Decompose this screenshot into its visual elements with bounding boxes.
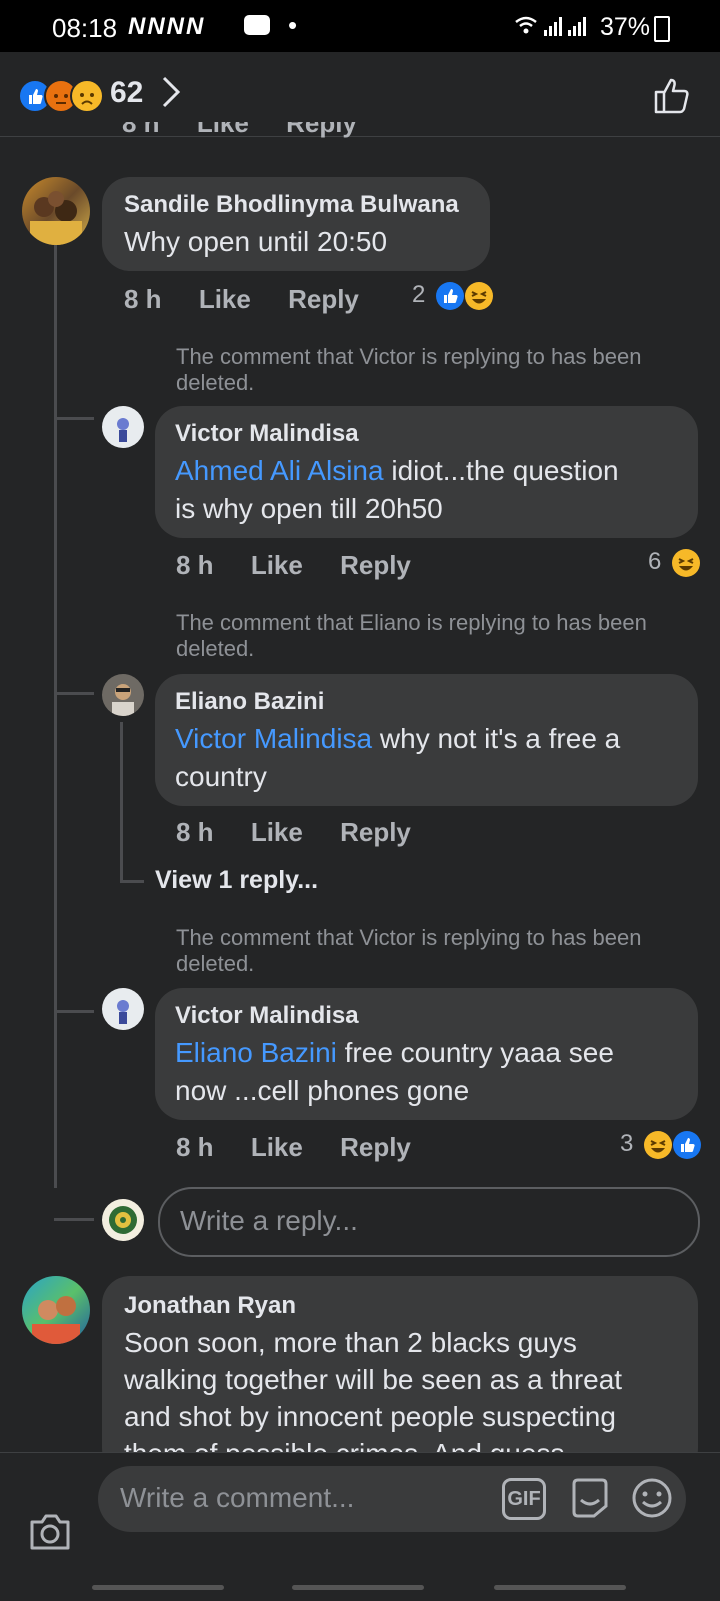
haha-icon (464, 281, 493, 310)
battery-level: 37% (600, 13, 651, 41)
comment-bubble[interactable]: Eliano Bazini Victor Malindisa why not i… (155, 674, 698, 806)
camera-icon[interactable] (28, 1512, 72, 1557)
mention-link[interactable]: Ahmed Ali Alsina (175, 455, 384, 486)
avatar[interactable] (22, 177, 90, 245)
sticker-icon[interactable] (568, 1476, 612, 1525)
comment-text-line: Ahmed Ali Alsina idiot...the question (175, 452, 619, 489)
reply-input[interactable]: Write a reply... (158, 1187, 700, 1257)
comment-reactions[interactable]: 6 (648, 548, 701, 577)
status-bar: 08:18 NNNN • 37% (0, 0, 720, 52)
reply-input-placeholder: Write a reply... (180, 1205, 358, 1236)
avatar[interactable] (102, 674, 144, 716)
reaction-count: 62 (110, 76, 144, 109)
reply-link[interactable]: Reply (340, 1132, 411, 1163)
comment-text: is why open till 20h50 (175, 493, 443, 524)
deleted-parent-note: The comment that Eliano is replying to h… (176, 610, 647, 661)
reply-link[interactable]: Reply (340, 817, 411, 848)
youtube-icon (244, 15, 270, 35)
comment-meta: 8 h Like Reply (176, 817, 411, 848)
like-link[interactable]: Like (199, 284, 251, 315)
comment-text: Why open until 20:50 (124, 226, 388, 257)
deleted-parent-note: The comment that Victor is replying to h… (176, 344, 642, 395)
thread-branch (54, 692, 94, 695)
thread-line (54, 244, 57, 1188)
signal-icon (514, 14, 594, 44)
comment-text: walking together will be seen as a threa… (124, 1364, 623, 1395)
comment-author[interactable]: Sandile Bhodlinyma Bulwana (124, 191, 459, 219)
comment-bubble[interactable]: Victor Malindisa Eliano Bazini free coun… (155, 988, 698, 1120)
comment-reactions[interactable]: 3 (620, 1130, 701, 1159)
comment-text: free country yaaa see (336, 1037, 614, 1068)
like-link[interactable]: Like (251, 817, 303, 848)
comment-bubble[interactable]: Victor Malindisa Ahmed Ali Alsina idiot.… (155, 406, 698, 538)
comment-author[interactable]: Victor Malindisa (175, 1002, 359, 1030)
comment-input[interactable]: Write a comment... GIF (98, 1466, 686, 1532)
more-notifications-dot: • (288, 10, 298, 40)
gif-button[interactable]: GIF (502, 1478, 546, 1520)
comment-text-line: Eliano Bazini free country yaaa see (175, 1034, 614, 1071)
reply-thread-branch (120, 880, 144, 883)
mention-link[interactable]: Victor Malindisa (175, 723, 372, 754)
comment-text: idiot...the question (383, 455, 619, 486)
reaction-count: 6 (648, 548, 662, 575)
comment-time: 8 h (176, 1132, 214, 1162)
reactions-header[interactable]: 62 (0, 52, 720, 137)
mention-link[interactable]: Eliano Bazini (175, 1037, 337, 1068)
emoji-icon[interactable] (630, 1476, 674, 1525)
comment-bubble[interactable]: Jonathan Ryan Soon soon, more than 2 bla… (102, 1276, 698, 1476)
like-link[interactable]: Like (251, 1132, 303, 1163)
thread-branch (54, 1218, 94, 1221)
reply-thread-line (120, 722, 123, 882)
reaction-count: 3 (620, 1130, 634, 1157)
chevron-right-icon[interactable] (160, 72, 184, 120)
reply-link[interactable]: Reply (340, 550, 411, 581)
like-button-icon[interactable] (652, 76, 692, 121)
view-replies-link[interactable]: View 1 reply... (155, 866, 318, 895)
nav-bar-segment (494, 1585, 626, 1590)
thread-branch (54, 1010, 94, 1013)
reply-link[interactable]: Reply (288, 284, 359, 315)
partial-meta-row: 8 h Like Reply (122, 122, 357, 142)
comment-time: 8 h (176, 550, 214, 580)
haha-icon (672, 548, 701, 577)
comment-text: country (175, 761, 267, 792)
nav-bar-segment (292, 1585, 424, 1590)
like-link[interactable]: Like (197, 122, 249, 139)
comment-reactions[interactable]: 2 (412, 281, 493, 310)
like-icon (436, 281, 465, 310)
comment-author[interactable]: Jonathan Ryan (124, 1292, 296, 1320)
thread-branch (54, 417, 94, 420)
comment-bubble[interactable]: Sandile Bhodlinyma Bulwana Why open unti… (102, 177, 490, 271)
battery-icon (654, 16, 670, 42)
avatar[interactable] (102, 988, 144, 1030)
comment-text: why not it's a free a (372, 723, 621, 754)
haha-icon (644, 1130, 673, 1159)
comment-time: 8 h (122, 122, 160, 138)
avatar[interactable] (102, 406, 144, 448)
comment-meta: 8 h Like Reply (124, 284, 359, 315)
comment-time: 8 h (176, 817, 214, 847)
comment-meta: 8 h Like Reply (176, 1132, 411, 1163)
like-link[interactable]: Like (251, 550, 303, 581)
avatar[interactable] (22, 1276, 90, 1344)
reaction-count: 2 (412, 281, 426, 308)
comment-text-line: Victor Malindisa why not it's a free a (175, 720, 620, 757)
comment-text: now ...cell phones gone (175, 1075, 470, 1106)
status-time: 08:18 (52, 13, 118, 43)
comment-time: 8 h (124, 284, 162, 314)
comment-text: and shot by innocent people suspecting (124, 1401, 616, 1432)
deleted-parent-note: The comment that Victor is replying to h… (176, 925, 642, 976)
sad-icon (70, 79, 104, 113)
comment-input-placeholder: Write a comment... (120, 1482, 355, 1513)
reply-link[interactable]: Reply (286, 122, 357, 139)
nav-bar-segment (92, 1585, 224, 1590)
comment-author[interactable]: Victor Malindisa (175, 420, 359, 448)
comment-meta: 8 h Like Reply (176, 550, 411, 581)
comment-text: Soon soon, more than 2 blacks guys (124, 1327, 577, 1358)
comment-author[interactable]: Eliano Bazini (175, 688, 324, 716)
like-icon (672, 1130, 701, 1159)
my-avatar (102, 1199, 144, 1241)
notification-icons: NNNN (128, 13, 206, 40)
